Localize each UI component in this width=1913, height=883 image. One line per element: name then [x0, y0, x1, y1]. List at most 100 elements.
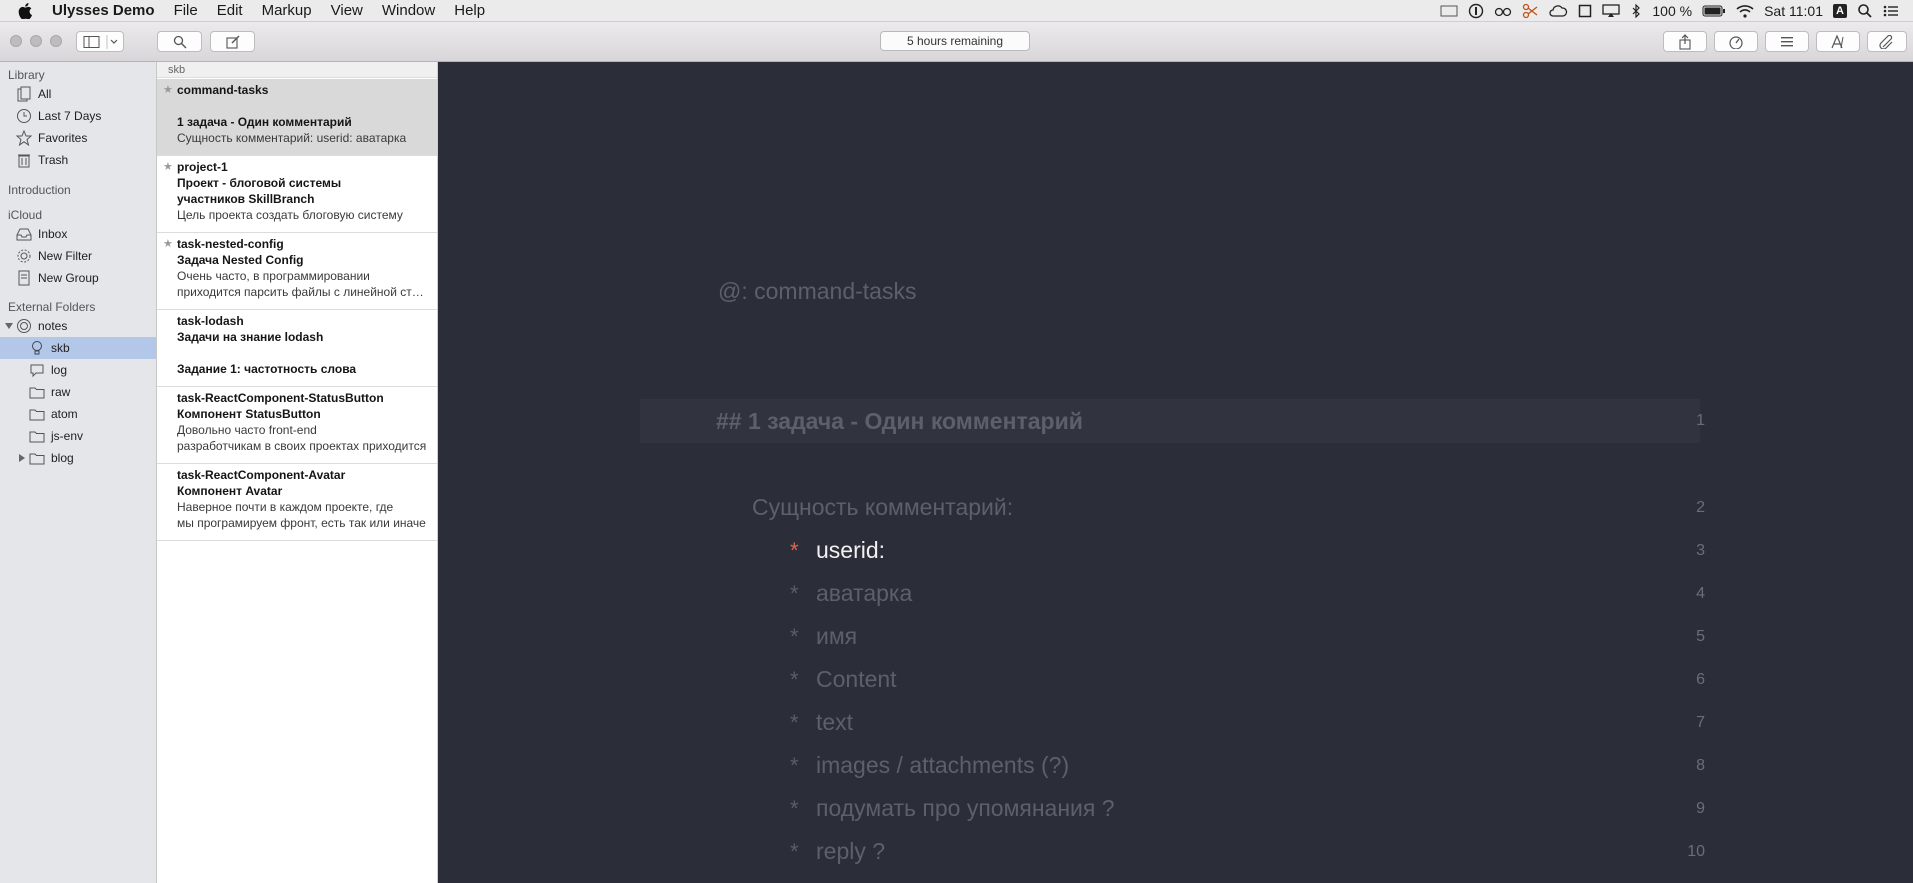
sheet-item-task-statusbutton[interactable]: task-ReactComponent-StatusButton Компоне… [157, 387, 437, 464]
sidebar-item-trash[interactable]: Trash [0, 149, 156, 171]
app-name-menu[interactable]: Ulysses Demo [52, 2, 155, 19]
menu-file[interactable]: File [174, 2, 198, 19]
sheet-line: Очень часто, в программировании [177, 269, 370, 283]
input-source-icon[interactable]: A [1833, 3, 1847, 18]
list-bullet-marker: * [790, 710, 799, 735]
list-item-line[interactable]: userid: [816, 537, 885, 564]
sheet-line: task-ReactComponent-StatusButton [177, 391, 384, 405]
airplay-icon[interactable] [1602, 3, 1621, 18]
sheet-line: Задача Nested Config [177, 253, 304, 267]
sidebar-item-skb[interactable]: skb [0, 337, 156, 359]
paragraph-number: 2 [1696, 499, 1705, 516]
sheet-item-project-1[interactable]: ★ project-1 Проект - блоговой системы уч… [157, 156, 437, 233]
sidebar-item-label: log [51, 363, 68, 377]
list-bullet-marker: * [790, 538, 799, 563]
window-toolbar: 5 hours remaining [0, 22, 1913, 62]
sheet-line: Компонент StatusButton [177, 407, 321, 421]
glasses-icon[interactable] [1494, 4, 1512, 18]
paragraph-number: 9 [1696, 800, 1705, 817]
minimize-window-button[interactable] [30, 35, 42, 47]
star-icon [16, 130, 32, 146]
wifi-icon[interactable] [1736, 4, 1754, 18]
sheet-line: Цель проекта создать блоговую систему [177, 208, 403, 222]
sheet-line: разработчикам в своих проектах приходитс… [177, 439, 427, 453]
clock-text[interactable]: Sat 11:01 [1764, 3, 1823, 19]
bluetooth-icon[interactable] [1630, 3, 1642, 18]
keyword-tag-line[interactable]: @: command-tasks [718, 278, 916, 305]
spotlight-search-icon[interactable] [1857, 3, 1873, 19]
menu-help[interactable]: Help [454, 2, 485, 19]
sidebar-item-new-group[interactable]: New Group [0, 267, 156, 289]
editor-scrollbar[interactable] [1903, 62, 1913, 883]
sidebar-item-raw[interactable]: raw [0, 381, 156, 403]
list-item-line[interactable]: images / attachments (?) [816, 752, 1069, 779]
list-item-line[interactable]: text [816, 709, 853, 736]
outline-button[interactable] [1765, 31, 1809, 52]
list-bullet-marker: * [790, 581, 799, 606]
introduction-section-title[interactable]: Introduction [8, 183, 71, 197]
share-button[interactable] [1663, 31, 1707, 52]
sidebar-item-notes[interactable]: notes [0, 315, 156, 337]
heading-line[interactable]: ## 1 задача - Один комментарий [716, 408, 1083, 435]
sheet-item-task-lodash[interactable]: task-lodash Задачи на знание lodash Зада… [157, 310, 437, 387]
sidebar-item-inbox[interactable]: Inbox [0, 223, 156, 245]
list-bullet-marker: * [790, 796, 799, 821]
attachments-button[interactable] [1867, 31, 1907, 52]
sidebar-item-atom[interactable]: atom [0, 403, 156, 425]
sidebar-item-favorites[interactable]: Favorites [0, 127, 156, 149]
favorite-star-icon[interactable]: ★ [163, 83, 173, 96]
sheet-item-task-avatar[interactable]: task-ReactComponent-Avatar Компонент Ava… [157, 464, 437, 541]
list-item-line[interactable]: подумать про упомянания ? [816, 795, 1115, 822]
sheet-line: project-1 [177, 160, 228, 174]
window-icon[interactable] [1578, 4, 1592, 18]
menu-view[interactable]: View [331, 2, 363, 19]
dashboard-button[interactable] [1714, 31, 1758, 52]
paragraph-number: 6 [1696, 671, 1705, 688]
paragraph-number: 1 [1696, 412, 1705, 429]
list-item-line[interactable]: Content [816, 666, 897, 693]
folder-icon [29, 428, 45, 444]
zoom-window-button[interactable] [50, 35, 62, 47]
sheet-item-task-nested-config[interactable]: ★ task-nested-config Задача Nested Confi… [157, 233, 437, 310]
library-sidebar: Library All Last 7 Days Favorites Trash … [0, 62, 157, 883]
sidebar-item-label: blog [51, 451, 74, 465]
apple-menu-icon[interactable] [18, 2, 34, 19]
list-bullet-marker: * [790, 624, 799, 649]
menu-window[interactable]: Window [382, 2, 435, 19]
paragraph-line[interactable]: Сущность комментарий: [752, 494, 1013, 521]
favorite-star-icon[interactable]: ★ [163, 237, 173, 250]
sheet-line: Наверное почти в каждом проекте, где [177, 500, 394, 514]
battery-icon[interactable] [1702, 5, 1726, 17]
new-sheet-button[interactable] [210, 31, 255, 52]
sheet-item-command-tasks[interactable]: ★ command-tasks 1 задача - Один коммента… [157, 79, 437, 156]
close-window-button[interactable] [10, 35, 22, 47]
notification-center-icon[interactable] [1883, 4, 1899, 18]
menu-edit[interactable]: Edit [217, 2, 243, 19]
sidebar-layout-icon [83, 34, 118, 49]
disclosure-closed-icon[interactable] [17, 453, 27, 463]
list-item-line[interactable]: reply ? [816, 838, 885, 865]
menu-markup[interactable]: Markup [262, 2, 312, 19]
sheet-line: 1 задача - Один комментарий [177, 115, 352, 129]
password-icon[interactable] [1468, 3, 1484, 19]
paperclip-icon [1879, 34, 1893, 49]
markup-button[interactable] [1816, 31, 1860, 52]
sidebar-item-blog[interactable]: blog [0, 447, 156, 469]
search-button[interactable] [157, 31, 202, 52]
editor-pane[interactable]: @: command-tasks ## 1 задача - Один комм… [438, 62, 1913, 883]
disclosure-open-icon[interactable] [4, 321, 14, 331]
sheet-line: приходится парсить файлы с линейной стру… [177, 285, 427, 299]
sidebar-item-all[interactable]: All [0, 83, 156, 105]
favorite-star-icon[interactable]: ★ [163, 160, 173, 173]
sidebar-item-js-env[interactable]: js-env [0, 425, 156, 447]
list-item-line[interactable]: аватарка [816, 580, 912, 607]
sidebar-item-log[interactable]: log [0, 359, 156, 381]
list-item-line[interactable]: имя [816, 623, 857, 650]
scissors-icon[interactable] [1522, 3, 1538, 19]
cloud-sync-icon[interactable] [1548, 4, 1568, 18]
display-icon[interactable] [1440, 4, 1458, 18]
sidebar-item-last-7-days[interactable]: Last 7 Days [0, 105, 156, 127]
sidebar-toggle-button[interactable] [76, 31, 124, 52]
sidebar-item-new-filter[interactable]: New Filter [0, 245, 156, 267]
goal-timer[interactable]: 5 hours remaining [880, 31, 1030, 51]
